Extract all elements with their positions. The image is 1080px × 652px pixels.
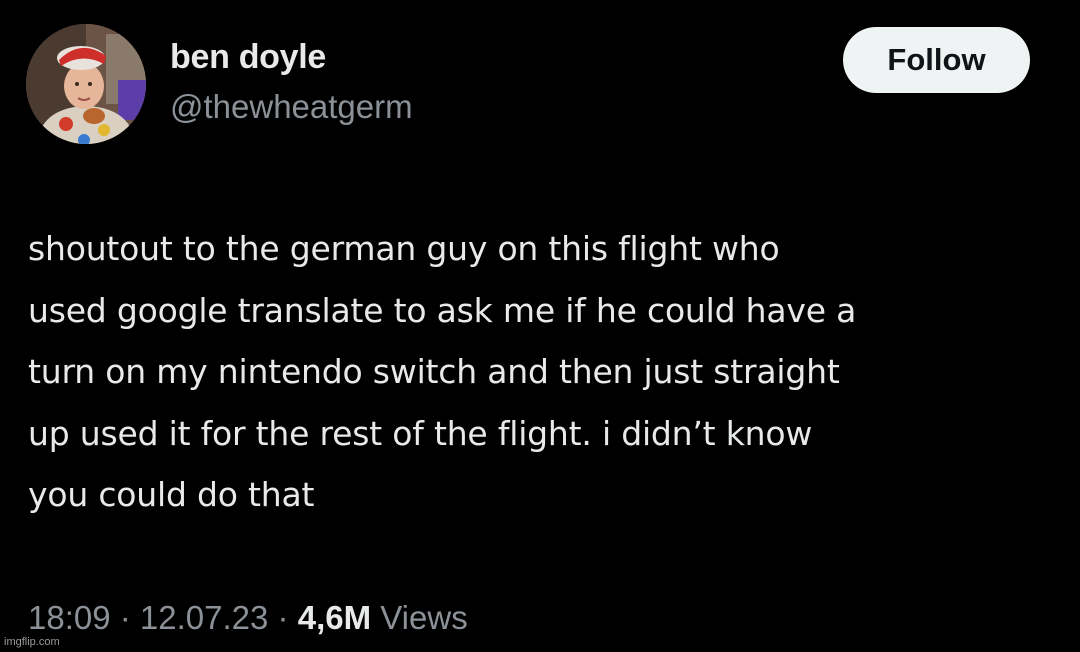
avatar-image (26, 24, 146, 144)
tweet-text-line: shoutout to the german guy on this fligh… (28, 229, 780, 268)
watermark: imgflip.com (4, 636, 60, 648)
tweet-text-line: turn on my nintendo switch and then just… (28, 352, 840, 391)
author-handle[interactable]: @thewheatgerm (170, 88, 413, 126)
tweet-text-line: you could do that (28, 475, 315, 514)
tweet-text: shoutout to the german guy on this fligh… (28, 218, 1068, 526)
views-count: 4,6M (297, 599, 372, 636)
tweet-date[interactable]: 12.07.23 (140, 599, 268, 636)
meta-separator: · (110, 599, 140, 636)
author-display-name[interactable]: ben doyle (170, 38, 326, 77)
tweet-card: ben doyle @thewheatgerm Follow shoutout … (0, 0, 1080, 652)
tweet-text-line: used google translate to ask me if he co… (28, 290, 857, 330)
tweet-meta: 18:09 · 12.07.23 · 4,6M Views (28, 599, 468, 637)
views-label: Views (371, 599, 468, 636)
avatar[interactable] (26, 24, 146, 144)
tweet-text-line: up used it for the rest of the flight. i… (28, 413, 813, 453)
tweet-time[interactable]: 18:09 (28, 599, 111, 636)
meta-separator: · (268, 599, 298, 636)
follow-button[interactable]: Follow (843, 27, 1030, 93)
